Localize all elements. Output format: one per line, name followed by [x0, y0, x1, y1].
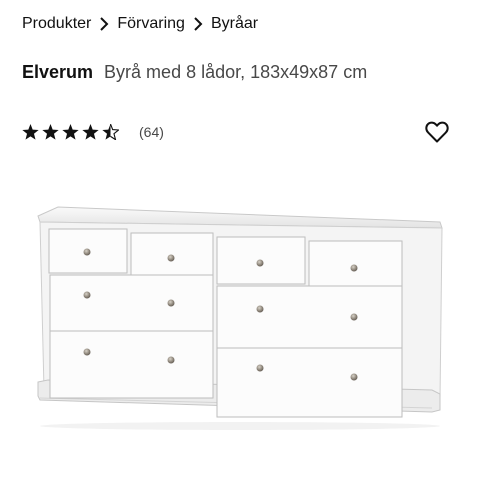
dresser-illustration	[37, 206, 443, 430]
review-count: (64)	[139, 124, 164, 140]
chevron-right-icon	[91, 17, 117, 31]
star-icon	[42, 124, 59, 140]
breadcrumb-item-forvaring[interactable]: Förvaring	[117, 15, 185, 33]
star-icon	[62, 124, 79, 140]
breadcrumb-item-byraar[interactable]: Byråar	[211, 15, 258, 33]
half-star-icon	[102, 124, 119, 140]
favorite-button[interactable]	[425, 121, 449, 143]
rating-stars	[22, 124, 119, 140]
product-rating[interactable]: (64)	[22, 122, 164, 142]
heart-outline-icon	[425, 121, 449, 143]
product-name: Elverum	[22, 62, 94, 82]
product-title: Elverum Byrå med 8 lådor, 183x49x87 cm	[22, 62, 367, 83]
breadcrumb-item-produkter[interactable]: Produkter	[22, 15, 91, 33]
product-image[interactable]	[30, 200, 450, 445]
product-description: Byrå med 8 lådor, 183x49x87 cm	[104, 62, 368, 82]
star-icon	[82, 124, 99, 140]
breadcrumb: Produkter Förvaring Byråar	[22, 13, 258, 35]
star-icon	[22, 124, 39, 140]
chevron-right-icon	[185, 17, 211, 31]
